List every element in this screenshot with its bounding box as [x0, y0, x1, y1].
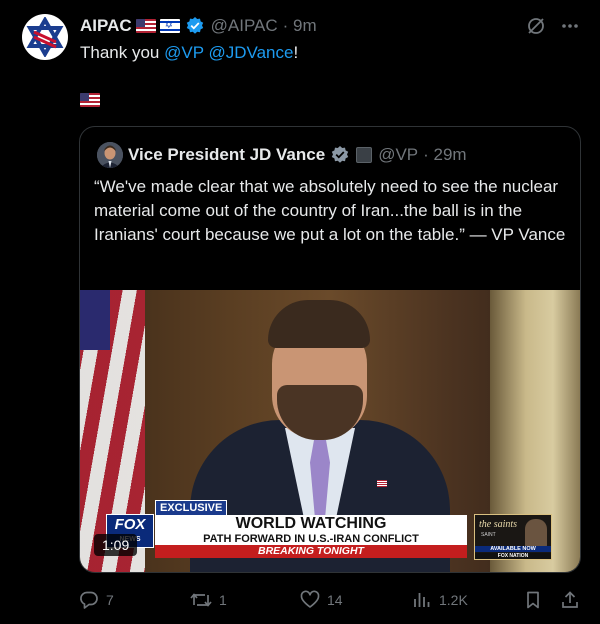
- mention-jdvance[interactable]: @JDVance: [208, 43, 293, 62]
- bookmark-button[interactable]: [523, 590, 543, 610]
- news-chyron: EXCLUSIVE FOXNEWS WORLD WATCHING PATH FO…: [106, 500, 552, 560]
- promo-figure: [525, 519, 547, 547]
- bookmark-icon: [527, 591, 539, 609]
- network-logo-text: FOX: [114, 516, 146, 533]
- grok-icon[interactable]: [526, 16, 546, 41]
- author-handle[interactable]: @AIPAC: [211, 16, 278, 36]
- tweet-header: AIPAC @AIPAC · 9m: [80, 16, 317, 36]
- promo-brand: FOX NATION: [475, 553, 551, 559]
- israel-flag-icon: [159, 19, 180, 33]
- tweet-time[interactable]: · 9m: [283, 16, 317, 36]
- aipac-logo-icon: [26, 17, 64, 57]
- quoted-post-time[interactable]: · 29m: [423, 145, 466, 165]
- views-icon: [414, 593, 430, 607]
- quoted-author-avatar[interactable]: [97, 142, 123, 168]
- share-icon: [562, 591, 578, 608]
- chyron-ticker: BREAKING TONIGHT: [155, 545, 467, 558]
- government-affiliation-badge-icon: [356, 147, 373, 163]
- quoted-author-handle[interactable]: @VP: [378, 145, 418, 165]
- author-name[interactable]: AIPAC: [80, 16, 132, 36]
- exclusive-tag: EXCLUSIVE: [155, 500, 228, 516]
- video-duration: 1:09: [94, 534, 138, 556]
- verified-badge-icon: [185, 16, 205, 36]
- video-player[interactable]: EXCLUSIVE FOXNEWS WORLD WATCHING PATH FO…: [80, 290, 580, 572]
- like-count: 14: [327, 592, 343, 608]
- like-button[interactable]: 14: [300, 590, 343, 610]
- views-count: 1.2K: [439, 592, 468, 608]
- tweet-text-suffix: !: [293, 43, 299, 62]
- mention-vp[interactable]: @VP: [164, 43, 204, 62]
- quoted-post-text: “We've made clear that we absolutely nee…: [94, 177, 566, 244]
- tweet-text-prefix: Thank you: [80, 43, 165, 62]
- us-flag-icon: [80, 93, 100, 107]
- verified-badge-icon: [330, 145, 350, 165]
- author-avatar[interactable]: [22, 14, 68, 60]
- reply-button[interactable]: 7: [79, 590, 114, 610]
- quoted-post-card[interactable]: Vice President JD Vance @VP · 29m “We've…: [79, 126, 581, 573]
- more-icon[interactable]: [560, 16, 580, 41]
- promo-subtitle: SAINT: [481, 532, 496, 538]
- chyron-subheadline: PATH FORWARD IN U.S.-IRAN CONFLICT: [155, 533, 467, 545]
- promo-available: AVAILABLE NOW: [475, 546, 551, 552]
- repost-icon: [190, 593, 212, 607]
- reply-count: 7: [106, 592, 114, 608]
- share-button[interactable]: [560, 590, 580, 610]
- repost-count: 1: [219, 592, 227, 608]
- views-button[interactable]: 1.2K: [412, 590, 468, 610]
- tweet-flag-line: [80, 93, 100, 112]
- like-icon: [300, 590, 320, 608]
- flag-lapel-pin: [377, 480, 387, 487]
- tweet-text: Thank you @VP @JDVance!: [80, 43, 298, 63]
- us-flag-icon: [135, 19, 156, 33]
- reply-icon: [80, 591, 98, 609]
- quoted-author-name[interactable]: Vice President JD Vance: [128, 145, 325, 165]
- quoted-post-header: Vice President JD Vance @VP · 29m: [128, 144, 467, 166]
- chyron-headline: WORLD WATCHING: [155, 515, 467, 533]
- repost-button[interactable]: 1: [190, 590, 227, 610]
- promo-title: the saints: [479, 519, 518, 530]
- american-flag-union: [80, 290, 110, 350]
- promo-box: the saints SAINT AVAILABLE NOW FOX NATIO…: [474, 514, 552, 560]
